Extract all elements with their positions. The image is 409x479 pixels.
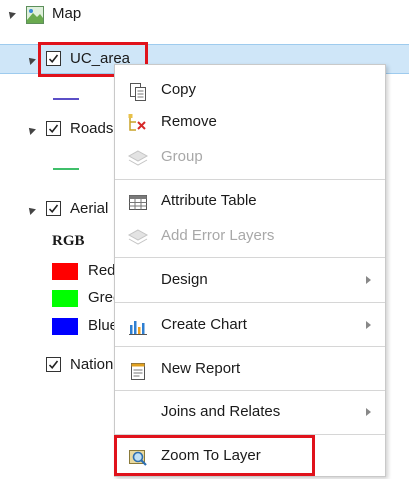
attribute-table-icon [127, 192, 149, 214]
chart-icon [127, 316, 149, 338]
menu-item-design[interactable]: Design [115, 261, 385, 301]
group-layers-icon [127, 148, 149, 170]
red-swatch [52, 263, 78, 280]
report-icon [127, 360, 149, 382]
menu-separator [115, 390, 385, 391]
menu-separator [115, 346, 385, 347]
menu-item-create-chart[interactable]: Create Chart [115, 306, 385, 346]
menu-item-attribute-table-label: Attribute Table [161, 192, 257, 209]
add-error-layers-icon [127, 227, 149, 249]
green-swatch [52, 290, 78, 307]
menu-item-add-error-layers[interactable]: Add Error Layers [115, 217, 385, 257]
menu-item-create-chart-label: Create Chart [161, 316, 247, 333]
expand-roads-icon[interactable] [26, 125, 36, 135]
roads-checkbox[interactable] [46, 121, 61, 136]
uc-area-symbol [53, 98, 79, 100]
menu-item-attribute-table[interactable]: Attribute Table [115, 182, 385, 222]
blue-swatch [52, 318, 78, 335]
expand-aerial-icon[interactable] [26, 205, 36, 215]
menu-separator [115, 302, 385, 303]
checkmark-icon [48, 360, 59, 370]
menu-item-new-report-label: New Report [161, 360, 241, 377]
menu-item-group-label: Group [161, 148, 203, 165]
menu-item-remove-label: Remove [161, 113, 217, 130]
map-label: Map [52, 5, 82, 22]
menu-separator [115, 179, 385, 180]
submenu-arrow-icon [366, 276, 371, 284]
menu-item-copy-label: Copy [161, 81, 197, 98]
menu-item-design-label: Design [161, 271, 208, 288]
map-icon [26, 6, 44, 24]
expand-map-icon[interactable] [6, 9, 16, 19]
zoom-to-layer-highlight-box [114, 435, 315, 476]
remove-layer-icon [127, 113, 149, 135]
menu-item-joins-and-relates[interactable]: Joins and Relates [115, 393, 385, 433]
submenu-arrow-icon [366, 408, 371, 416]
menu-item-add-error-layers-label: Add Error Layers [161, 227, 275, 244]
context-menu: Copy Remove Group Attribute Table Add Er… [114, 64, 386, 477]
menu-item-joins-and-relates-label: Joins and Relates [161, 403, 281, 420]
submenu-arrow-icon [366, 321, 371, 329]
menu-item-remove[interactable]: Remove [115, 103, 385, 143]
roads-label[interactable]: Roads [70, 120, 113, 137]
menu-separator [115, 257, 385, 258]
aerial-checkbox[interactable] [46, 201, 61, 216]
menu-item-new-report[interactable]: New Report [115, 350, 385, 390]
checkmark-icon [48, 124, 59, 134]
red-band-label: Red [88, 262, 116, 279]
checkmark-icon [48, 204, 59, 214]
copy-icon [127, 81, 149, 103]
national-checkbox[interactable] [46, 357, 61, 372]
menu-item-group[interactable]: Group [115, 138, 385, 178]
aerial-label[interactable]: Aerial [70, 200, 108, 217]
roads-symbol [53, 168, 79, 170]
rgb-label: RGB [52, 233, 85, 249]
